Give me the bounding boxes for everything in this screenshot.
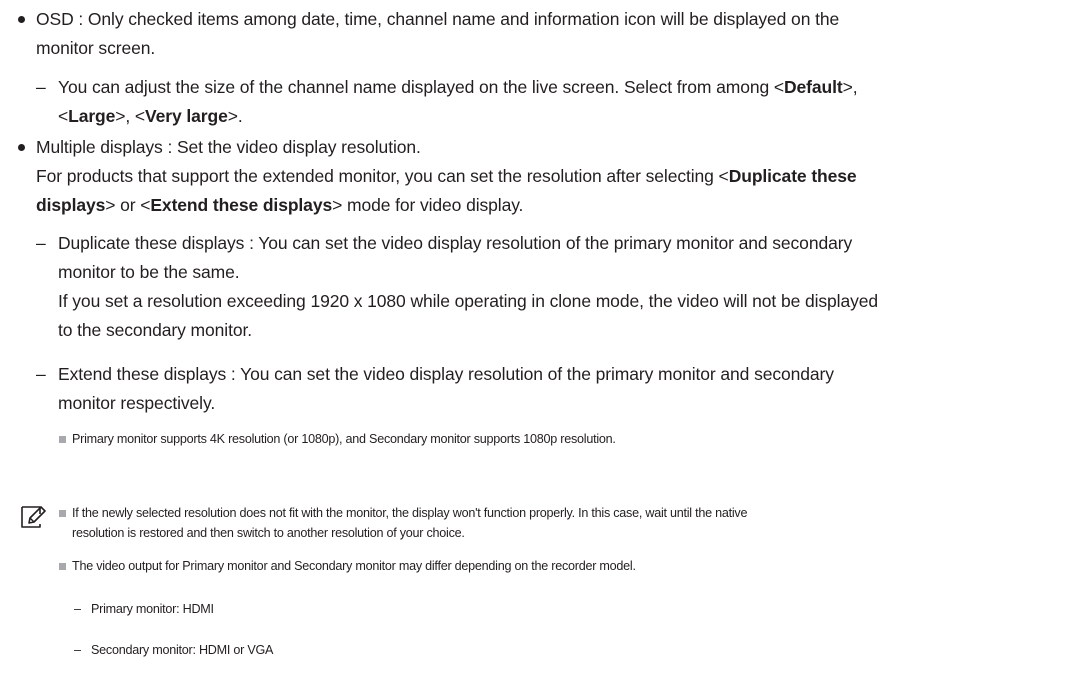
osd-sub-line-1: You can adjust the size of the channel n…: [58, 77, 858, 97]
osd-sub-paragraph: You can adjust the size of the channel n…: [58, 73, 1068, 131]
duplicate-line-4: to the secondary monitor.: [58, 320, 252, 340]
option-extend: Extend these displays: [150, 195, 333, 215]
option-very-large: Very large: [145, 106, 228, 126]
bullet-dot: [18, 16, 25, 23]
square-bullet: [59, 436, 66, 443]
manual-page: OSD : Only checked items among date, tim…: [0, 0, 1078, 675]
duplicate-paragraph: Duplicate these displays : You can set t…: [58, 229, 1073, 345]
note-1-line-1: If the newly selected resolution does no…: [72, 506, 748, 520]
option-default: Default: [784, 77, 843, 97]
note-sub-secondary: Secondary monitor: HDMI or VGA: [91, 643, 274, 657]
osd-line-2: monitor screen.: [36, 38, 156, 58]
extend-line-2: monitor respectively.: [58, 393, 216, 413]
multiple-displays-paragraph: Multiple displays : Set the video displa…: [36, 133, 1071, 220]
dash-bullet: –: [36, 77, 46, 97]
square-bullet: [59, 563, 66, 570]
note-pencil-icon: [21, 506, 46, 528]
multiple-line-2: For products that support the extended m…: [36, 166, 857, 186]
dash-bullet: –: [36, 233, 46, 253]
note-1: If the newly selected resolution does no…: [72, 503, 1072, 543]
option-large: Large: [68, 106, 116, 126]
extend-line-1: Extend these displays : You can set the …: [58, 364, 834, 384]
multiple-line-1: Multiple displays : Set the video displa…: [36, 137, 421, 157]
osd-line-1: OSD : Only checked items among date, tim…: [36, 9, 840, 29]
dash-bullet: –: [36, 364, 46, 384]
osd-sub-line-2: <Large>, <Very large>.: [58, 106, 243, 126]
extend-paragraph: Extend these displays : You can set the …: [58, 360, 1068, 418]
bullet-dot: [18, 144, 25, 151]
dash-bullet: –: [74, 602, 81, 616]
square-bullet: [59, 510, 66, 517]
multiple-line-3: displays> or <Extend these displays> mod…: [36, 195, 524, 215]
duplicate-line-3: If you set a resolution exceeding 1920 x…: [58, 291, 879, 311]
option-duplicate: Duplicate these: [728, 166, 857, 186]
duplicate-line-2: monitor to be the same.: [58, 262, 240, 282]
duplicate-line-1: Duplicate these displays : You can set t…: [58, 233, 853, 253]
dash-bullet: –: [74, 643, 81, 657]
note-2: The video output for Primary monitor and…: [72, 559, 636, 573]
note-sub-primary: Primary monitor: HDMI: [91, 602, 214, 616]
extend-note: Primary monitor supports 4K resolution (…: [72, 432, 616, 446]
note-1-line-2: resolution is restored and then switch t…: [72, 526, 465, 540]
osd-paragraph: OSD : Only checked items among date, tim…: [36, 5, 1066, 63]
